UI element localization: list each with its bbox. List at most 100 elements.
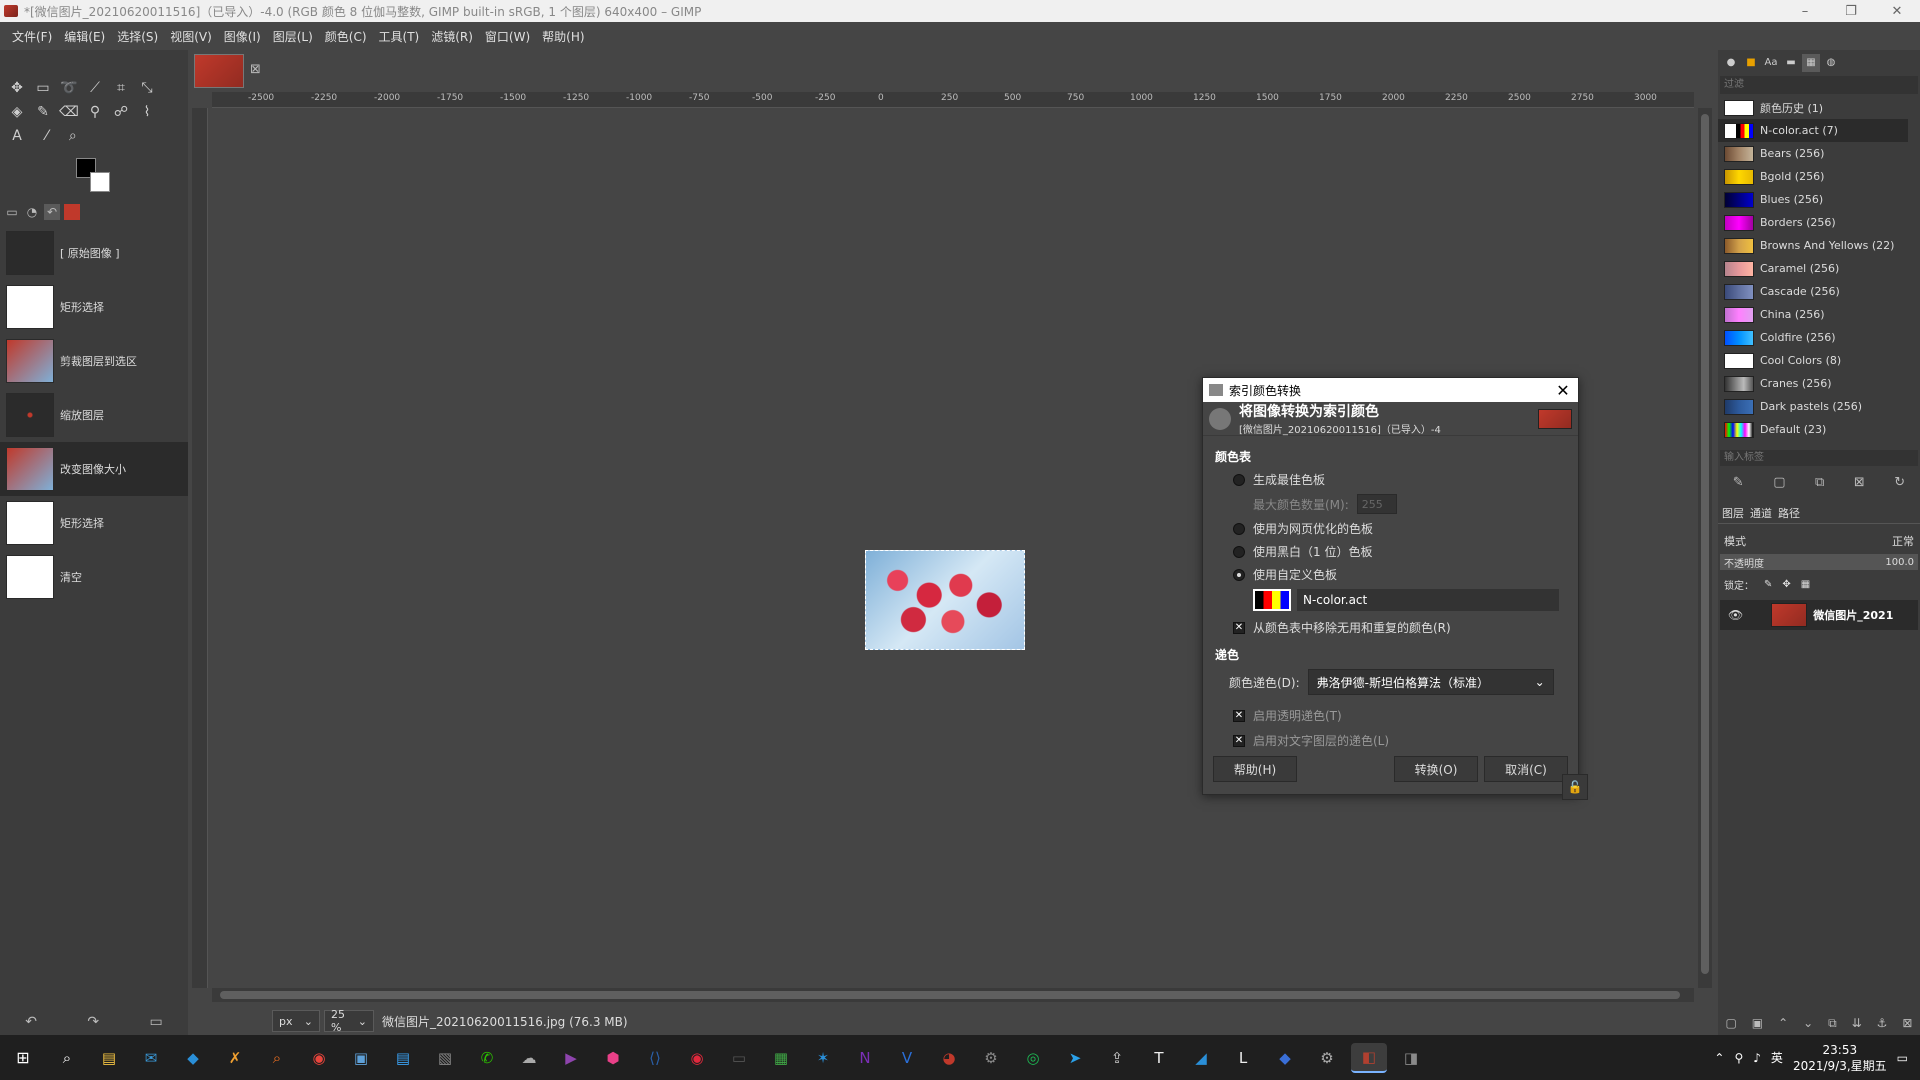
store-icon[interactable]: ▤ bbox=[385, 1043, 421, 1073]
ime-indicator[interactable]: 英 bbox=[1771, 1049, 1783, 1066]
notification-icon[interactable]: ▭ bbox=[1897, 1051, 1908, 1065]
radio-optimal-palette[interactable]: 生成最佳色板 bbox=[1233, 471, 1566, 488]
windows-start-icon[interactable]: ⊞ bbox=[0, 1048, 46, 1067]
paint-icon[interactable]: ◕ bbox=[931, 1043, 967, 1073]
search-icon[interactable]: ⌕ bbox=[49, 1043, 85, 1073]
menu-windows[interactable]: 窗口(W) bbox=[479, 28, 536, 45]
radio-web-palette[interactable]: 使用为网页优化的色板 bbox=[1233, 520, 1566, 537]
lock-pixels-icon[interactable]: ✎ bbox=[1764, 579, 1772, 590]
dither-transparency-checkbox-row[interactable]: ✕ 启用透明递色(T) bbox=[1233, 707, 1566, 724]
photos-icon[interactable]: ▣ bbox=[343, 1043, 379, 1073]
notepad-icon[interactable]: ▦ bbox=[763, 1043, 799, 1073]
gimp-icon[interactable]: ◧ bbox=[1351, 1042, 1387, 1073]
onenote-icon[interactable]: N bbox=[847, 1043, 883, 1073]
tab-channels[interactable]: 通道 bbox=[1750, 505, 1772, 521]
paintbrush-tool-icon[interactable]: ✎ bbox=[30, 100, 56, 124]
maximize-button[interactable]: ❐ bbox=[1828, 4, 1874, 19]
undo-item[interactable]: 缩放图层 bbox=[0, 388, 188, 442]
radio-button[interactable] bbox=[1233, 568, 1245, 581]
visual-studio-icon[interactable]: ▶ bbox=[553, 1043, 589, 1073]
zoom-select[interactable]: 25 % ⌄ bbox=[324, 1008, 374, 1034]
help-button[interactable]: 帮助(H) bbox=[1213, 756, 1297, 782]
code-icon[interactable]: ⟨⟩ bbox=[637, 1043, 673, 1073]
undo-item[interactable]: 矩形选择 bbox=[0, 496, 188, 550]
palette-tag-input[interactable]: 输入标签 bbox=[1720, 450, 1918, 466]
app-blue-icon[interactable]: ◢ bbox=[1183, 1043, 1219, 1073]
search-tool-icon[interactable]: ⌕ bbox=[259, 1043, 295, 1073]
new-group-icon[interactable]: ▣ bbox=[1752, 1016, 1763, 1030]
close-image-tab-icon[interactable]: ⊠ bbox=[250, 62, 261, 77]
typora-icon[interactable]: T bbox=[1141, 1043, 1177, 1073]
tab-layers[interactable]: 图层 bbox=[1722, 505, 1744, 521]
image-tab-thumbnail[interactable] bbox=[194, 54, 244, 88]
undo-item[interactable]: 矩形选择 bbox=[0, 280, 188, 334]
remove-unused-checkbox-row[interactable]: ✕ 从颜色表中移除无用和重复的颜色(R) bbox=[1233, 619, 1566, 636]
palette-item[interactable]: N-color.act (7) bbox=[1718, 119, 1908, 142]
max-colors-spinner[interactable]: 255 bbox=[1356, 494, 1397, 514]
menu-image[interactable]: 图像(I) bbox=[218, 28, 267, 45]
screenshot-icon[interactable]: ▧ bbox=[427, 1043, 463, 1073]
mail-icon[interactable]: ✉ bbox=[133, 1043, 169, 1073]
rect-select-tool-icon[interactable]: ▭ bbox=[30, 76, 56, 100]
undo-icon[interactable]: ↶ bbox=[25, 1014, 37, 1030]
lower-layer-icon[interactable]: ⌄ bbox=[1803, 1016, 1813, 1030]
custom-palette-select[interactable]: N-color.act bbox=[1253, 589, 1566, 611]
palette-item[interactable]: Blues (256) bbox=[1718, 188, 1908, 211]
minimize-button[interactable]: – bbox=[1782, 4, 1828, 19]
network-icon[interactable]: ⚲ bbox=[1734, 1051, 1743, 1065]
new-palette-icon[interactable]: ▢ bbox=[1773, 475, 1785, 490]
move-tool-icon[interactable]: ✥ bbox=[4, 76, 30, 100]
radio-button[interactable] bbox=[1233, 522, 1245, 535]
text-tool-icon[interactable]: A bbox=[4, 124, 30, 148]
menu-tools[interactable]: 工具(T) bbox=[373, 28, 426, 45]
tray-chevron-icon[interactable]: ⌃ bbox=[1714, 1051, 1724, 1065]
raise-layer-icon[interactable]: ⌃ bbox=[1778, 1016, 1788, 1030]
background-color-swatch[interactable] bbox=[90, 172, 110, 192]
horizontal-ruler[interactable]: -2500 -2250 -2000 -1750 -1500 -1250 -1000 -750-… bbox=[212, 92, 1694, 108]
vscode-icon[interactable]: ◆ bbox=[175, 1043, 211, 1073]
merge-layer-icon[interactable]: ⇊ bbox=[1852, 1016, 1862, 1030]
chrome-icon[interactable]: ◉ bbox=[301, 1043, 337, 1073]
duplicate-palette-icon[interactable]: ⧉ bbox=[1815, 475, 1824, 490]
images-tab-icon[interactable] bbox=[64, 204, 80, 220]
text-app-icon[interactable]: L bbox=[1225, 1043, 1261, 1073]
opacity-value[interactable]: 100.0 bbox=[1885, 557, 1914, 568]
lasso-tool-icon[interactable]: ➰ bbox=[56, 76, 82, 100]
convert-button[interactable]: 转换(O) bbox=[1394, 756, 1478, 782]
palette-item[interactable]: Coldfire (256) bbox=[1718, 326, 1908, 349]
palette-item[interactable]: Cranes (256) bbox=[1718, 372, 1908, 395]
undo-item[interactable]: 改变图像大小 bbox=[0, 442, 188, 496]
app-pink-icon[interactable]: ⬢ bbox=[595, 1043, 631, 1073]
lock-alpha-icon[interactable]: ▦ bbox=[1801, 579, 1810, 590]
eraser-tool-icon[interactable]: ⌫ bbox=[56, 100, 82, 124]
image-content[interactable] bbox=[865, 550, 1025, 650]
palette-item[interactable]: Cool Colors (8) bbox=[1718, 349, 1908, 372]
file-explorer-icon[interactable]: ▤ bbox=[91, 1043, 127, 1073]
unified-transform-tool-icon[interactable]: ⤡ bbox=[134, 76, 160, 100]
terminal-icon[interactable]: ▭ bbox=[721, 1043, 757, 1073]
undo-item[interactable]: [ 原始图像 ] bbox=[0, 226, 188, 280]
document-history-tab-icon[interactable]: ◍ bbox=[1822, 54, 1840, 72]
redo-icon[interactable]: ↷ bbox=[87, 1014, 99, 1030]
volume-icon[interactable]: ♪ bbox=[1753, 1051, 1761, 1065]
palette-item[interactable]: Default (23) bbox=[1718, 418, 1908, 441]
gradients-tab-icon[interactable]: ▬ bbox=[1782, 54, 1800, 72]
menu-edit[interactable]: 编辑(E) bbox=[58, 28, 111, 45]
edit-palette-icon[interactable]: ✎ bbox=[1733, 475, 1744, 490]
refresh-palettes-icon[interactable]: ↻ bbox=[1894, 475, 1905, 490]
undo-item[interactable]: 剪裁图层到选区 bbox=[0, 334, 188, 388]
custom-palette-name[interactable]: N-color.act bbox=[1297, 589, 1559, 611]
dither-text-checkbox-row[interactable]: ✕ 启用对文字图层的递色(L) bbox=[1233, 732, 1566, 749]
star-app-icon[interactable]: ✶ bbox=[805, 1043, 841, 1073]
palette-item[interactable]: Caramel (256) bbox=[1718, 257, 1908, 280]
radio-bw-palette[interactable]: 使用黑白（1 位）色板 bbox=[1233, 543, 1566, 560]
eye-icon[interactable]: 👁 bbox=[1728, 608, 1743, 622]
fuzzy-select-tool-icon[interactable]: ⟋ bbox=[82, 76, 108, 100]
cancel-button[interactable]: 取消(C) bbox=[1484, 756, 1568, 782]
brushes-tab-icon[interactable]: ● bbox=[1722, 54, 1740, 72]
clock[interactable]: 23:53 2021/9/3,星期五 bbox=[1793, 1042, 1887, 1074]
tool-options-tab-icon[interactable]: ▭ bbox=[4, 204, 20, 220]
palette-item[interactable]: Dark pastels (256) bbox=[1718, 395, 1908, 418]
music-icon[interactable]: ◎ bbox=[1015, 1043, 1051, 1073]
smudge-tool-icon[interactable]: ☍ bbox=[108, 100, 134, 124]
